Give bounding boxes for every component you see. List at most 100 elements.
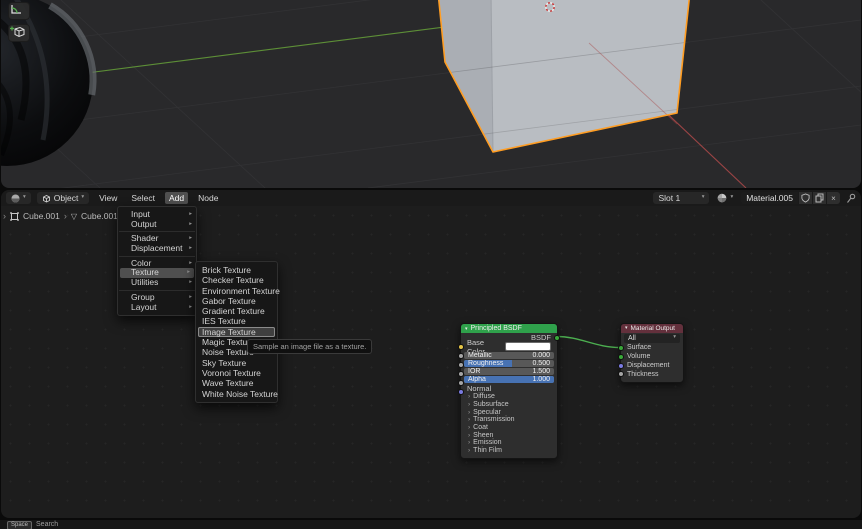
panel-sheen[interactable]: ›Sheen [461, 431, 557, 439]
object-icon [42, 194, 51, 203]
editor-type-dropdown[interactable]: ▾ [6, 192, 31, 204]
socket-displacement[interactable] [618, 363, 624, 369]
panel-subsurface[interactable]: ›Subsurface [461, 401, 557, 409]
add-cube-tool-button[interactable] [8, 24, 30, 42]
alpha-slider[interactable]: Alpha 1.000 [464, 376, 554, 383]
node-header[interactable]: ▾ Principled BSDF [461, 324, 557, 333]
submenu-arrow-icon: ▸ [189, 303, 192, 313]
panel-label: Thin Film [473, 447, 502, 454]
row-thickness: Thickness [621, 370, 683, 382]
menu-separator [119, 290, 195, 291]
menu-item-brick-texture[interactable]: Brick Texture [196, 265, 277, 275]
menu-item-displacement[interactable]: Displacement▸ [118, 244, 196, 254]
socket-ior[interactable] [458, 371, 464, 377]
breadcrumb-separator: › [64, 211, 67, 221]
panel-diffuse[interactable]: ›Diffuse [461, 393, 557, 401]
socket-roughness[interactable] [458, 362, 464, 368]
unlink-material-button[interactable]: × [827, 192, 840, 204]
roughness-slider[interactable]: Roughness 0.500 [464, 360, 554, 367]
shader-type-dropdown[interactable]: Object ▾ [37, 192, 89, 204]
keycap-space: Space [7, 521, 32, 529]
material-sphere-icon [717, 193, 727, 203]
menu-item-gabor-texture[interactable]: Gabor Texture [196, 296, 277, 306]
menu-add[interactable]: Add [165, 192, 188, 204]
panel-arrow-icon: › [468, 393, 470, 400]
measure-tool-button[interactable] [8, 2, 30, 20]
menu-item-input[interactable]: Input▸ [118, 210, 196, 220]
base-color-swatch[interactable] [505, 342, 551, 351]
menu-item-ies-texture[interactable]: IES Texture [196, 316, 277, 326]
material-browse-dropdown[interactable]: ▾ [715, 192, 735, 204]
menu-view[interactable]: View [95, 192, 121, 204]
node-title: Material Output [631, 325, 675, 332]
menu-item-label: Displacement [131, 243, 183, 253]
socket-surface[interactable] [618, 345, 624, 351]
object-icon [10, 212, 19, 221]
collapse-arrow-icon[interactable]: ▾ [465, 326, 468, 332]
ior-slider[interactable]: IOR 1.500 [464, 368, 554, 375]
menu-item-sky-texture[interactable]: Sky Texture [196, 358, 277, 368]
node-material-output[interactable]: ▾ Material Output All ▾ Surface Volume D… [620, 323, 684, 383]
menu-separator [119, 231, 195, 232]
material-slot-dropdown[interactable]: Slot 1 ▾ [653, 192, 709, 204]
menu-item-output[interactable]: Output▸ [118, 220, 196, 230]
panel-label: Emission [473, 439, 501, 446]
menu-item-wave-texture[interactable]: Wave Texture [196, 378, 277, 388]
menu-item-environment-texture[interactable]: Environment Texture [196, 286, 277, 296]
normal-label: Normal [467, 384, 491, 393]
socket-base-color[interactable] [458, 344, 464, 350]
menu-item-gradient-texture[interactable]: Gradient Texture [196, 306, 277, 316]
chevron-down-icon: ▾ [730, 195, 733, 201]
chevron-down-icon: ▾ [673, 335, 676, 341]
menu-item-utilities[interactable]: Utilities▸ [118, 278, 196, 288]
panel-arrow-icon: › [468, 432, 470, 439]
menu-item-checker-texture[interactable]: Checker Texture [196, 275, 277, 285]
panel-label: Specular [473, 409, 501, 416]
submenu-arrow-icon: ▸ [189, 220, 192, 230]
menu-item-label: Shader [131, 233, 158, 243]
new-material-button[interactable] [813, 192, 826, 204]
panel-thin-film[interactable]: ›Thin Film [461, 447, 557, 458]
socket-bsdf-output[interactable] [554, 335, 560, 341]
socket-volume[interactable] [618, 354, 624, 360]
texture-submenu: Brick Texture Checker Texture Environmen… [195, 261, 278, 403]
menu-select[interactable]: Select [127, 192, 159, 204]
measure-icon [9, 3, 23, 16]
row-volume: Volume [621, 352, 683, 361]
submenu-arrow-icon: ▸ [189, 234, 192, 244]
breadcrumb-data-name: Cube.001 [81, 211, 118, 221]
chevron-down-icon: ▾ [702, 195, 705, 201]
menu-item-voronoi-texture[interactable]: Voronoi Texture [196, 368, 277, 378]
socket-metallic[interactable] [458, 353, 464, 359]
menu-item-layout[interactable]: Layout▸ [118, 303, 196, 313]
output-target-dropdown[interactable]: All ▾ [624, 334, 680, 343]
socket-normal[interactable] [458, 389, 464, 395]
menu-item-image-texture[interactable]: Image Texture [198, 327, 275, 337]
socket-alpha[interactable] [458, 380, 464, 386]
panel-arrow-icon: › [468, 439, 470, 446]
panel-specular[interactable]: ›Specular [461, 408, 557, 416]
menu-item-group[interactable]: Group▸ [118, 293, 196, 303]
sidebar-toggle-arrow-icon[interactable]: › [3, 211, 6, 221]
cube-object[interactable] [438, 0, 690, 152]
viewport-3d[interactable] [1, 0, 861, 188]
node-header[interactable]: ▾ Material Output [621, 324, 683, 333]
menu-item-white-noise-texture[interactable]: White Noise Texture [196, 389, 277, 399]
panel-coat[interactable]: ›Coat [461, 424, 557, 432]
node-principled-bsdf[interactable]: ▾ Principled BSDF BSDF Base Color Metall… [460, 323, 558, 459]
collapse-arrow-icon[interactable]: ▾ [625, 325, 628, 331]
shader-type-label: Object [54, 193, 79, 203]
shader-editor: ▾ Object ▾ View Select Add Node Slot 1 ▾ [1, 190, 861, 518]
panel-emission[interactable]: ›Emission [461, 439, 557, 447]
material-name-field[interactable]: Material.005 [741, 192, 798, 204]
row-displacement: Displacement [621, 361, 683, 370]
panel-transmission[interactable]: ›Transmission [461, 416, 557, 424]
shader-editor-header: ▾ Object ▾ View Select Add Node Slot 1 ▾ [1, 190, 861, 206]
panel-arrow-icon: › [468, 447, 470, 454]
fake-user-button[interactable] [799, 192, 812, 204]
pin-icon[interactable] [846, 193, 856, 204]
input-label: Thickness [627, 371, 659, 378]
metallic-slider[interactable]: Metallic 0.000 [464, 352, 554, 359]
menu-node[interactable]: Node [194, 192, 222, 204]
status-bar: Space Search [0, 520, 862, 529]
